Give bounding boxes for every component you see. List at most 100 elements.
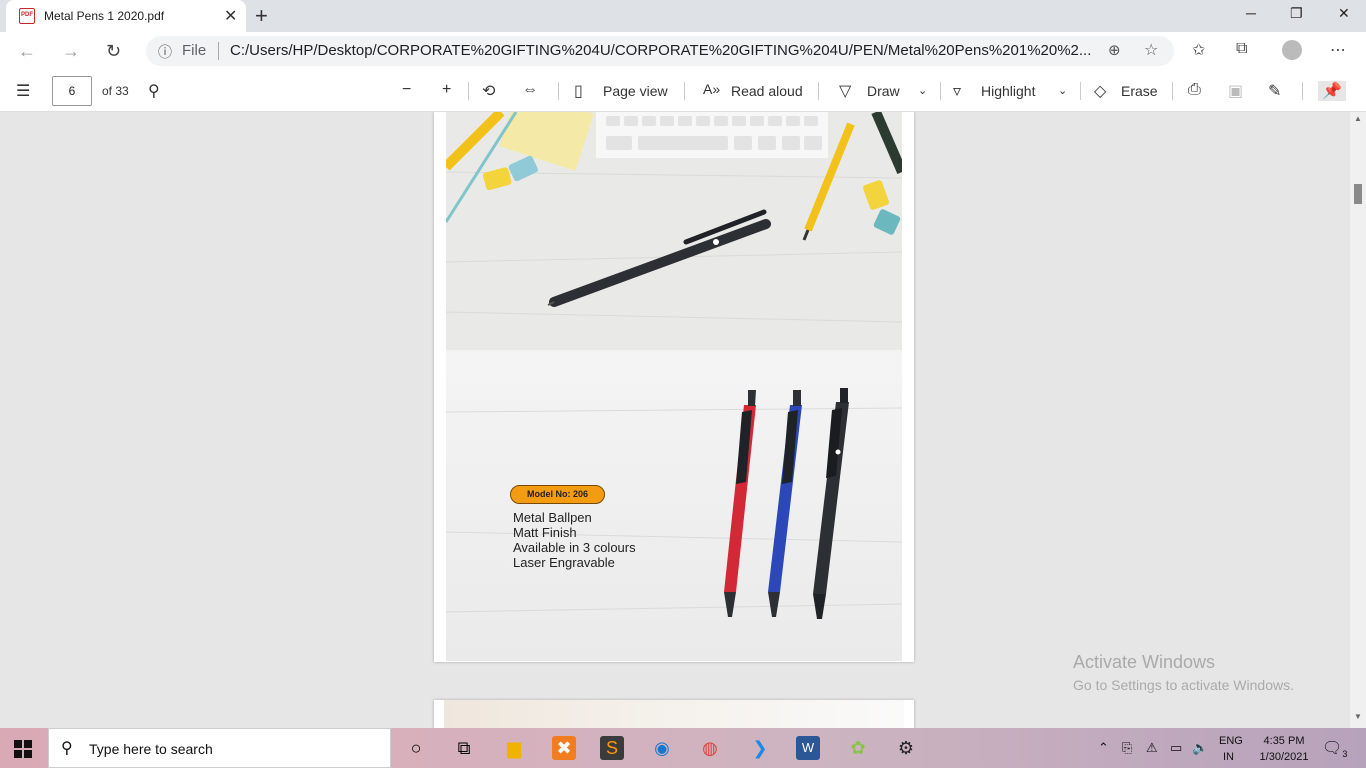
toolbar-divider [818, 82, 819, 100]
volume-icon[interactable]: 🔈 [1192, 740, 1208, 756]
minimize-icon[interactable]: ─ [1246, 5, 1256, 21]
page-view-button[interactable]: Page view [603, 83, 668, 99]
paint-icon[interactable]: ✿ [846, 736, 870, 760]
task-view-icon[interactable]: ⧉ [452, 736, 476, 760]
fit-width-icon[interactable]: ⇔ [522, 81, 538, 99]
notification-count: 3 [1342, 749, 1348, 760]
zoom-icon[interactable]: ⊕ [1108, 41, 1121, 59]
scroll-down-icon[interactable]: ▼ [1354, 712, 1362, 721]
highlight-chevron-down-icon[interactable]: ⌄ [1058, 84, 1067, 97]
rotate-icon[interactable]: ⟲ [482, 81, 495, 101]
xampp-icon[interactable]: ✖ [552, 736, 576, 760]
save-icon[interactable]: ▣ [1228, 81, 1243, 101]
refresh-icon[interactable]: ↻ [106, 41, 121, 62]
contents-icon[interactable]: ☰ [16, 81, 30, 101]
read-aloud-button[interactable]: Read aloud [731, 83, 803, 99]
toolbar-divider [468, 82, 469, 100]
page-number-input[interactable]: 6 [52, 76, 92, 106]
chrome-icon[interactable]: ◍ [698, 736, 722, 760]
action-center-icon[interactable]: 🗨3 [1322, 738, 1347, 759]
save-as-icon[interactable]: ✎ [1268, 81, 1281, 101]
favorites-icon[interactable]: ✩ [1192, 40, 1205, 60]
draw-chevron-down-icon[interactable]: ⌄ [918, 84, 927, 97]
zoom-out-icon[interactable]: − [402, 81, 411, 99]
webcam-icon[interactable]: ⎘ [1122, 740, 1132, 756]
red-pen-image [724, 390, 756, 617]
sublime-text-icon[interactable]: S [600, 736, 624, 760]
tab-strip: PDF Metal Pens 1 2020.pdf ✕ + ─ ❐ ✕ [0, 0, 1366, 32]
url-divider [218, 42, 219, 60]
black-pen-image [813, 388, 849, 619]
edge-browser-icon[interactable]: ◉ [650, 736, 674, 760]
highlight-icon[interactable]: ▿ [953, 81, 961, 101]
spec-line: Metal Ballpen [513, 510, 592, 525]
draw-icon[interactable]: ▽ [839, 81, 851, 101]
info-icon[interactable]: ⓘ [158, 42, 172, 62]
settings-gear-icon[interactable]: ⚙ [894, 736, 918, 760]
spec-line: Laser Engravable [513, 555, 615, 570]
taskbar-search[interactable]: ⚲ Type here to search [48, 728, 391, 768]
draw-button[interactable]: Draw [867, 83, 900, 99]
highlight-button[interactable]: Highlight [981, 83, 1035, 99]
system-clock[interactable]: 4:35 PM 1/30/2021 [1254, 733, 1314, 765]
scroll-thumb[interactable] [1354, 184, 1362, 204]
back-icon[interactable]: ← [18, 41, 36, 62]
clock-time: 4:35 PM [1263, 735, 1305, 747]
page-artwork: Model No: 206 Metal Ballpen Matt Finish … [446, 112, 902, 661]
vertical-scrollbar[interactable]: ▲ ▼ [1350, 112, 1366, 728]
pdf-page-next [434, 700, 914, 728]
battery-icon[interactable]: ▭ [1170, 740, 1182, 756]
page-view-icon[interactable]: ▯ [574, 81, 583, 101]
print-icon[interactable]: ⎙ [1188, 81, 1201, 99]
read-aloud-icon[interactable]: A» [703, 81, 720, 97]
url-text[interactable]: C:/Users/HP/Desktop/CORPORATE%20GIFTING%… [230, 42, 1091, 59]
spec-line: Available in 3 colours [513, 540, 636, 555]
search-icon[interactable]: ⚲ [148, 81, 160, 101]
add-favorite-icon[interactable]: ☆ [1144, 40, 1158, 60]
tab-title: Metal Pens 1 2020.pdf [44, 9, 165, 23]
file-explorer-icon[interactable]: ▆ [502, 736, 526, 760]
toolbar-divider [558, 82, 559, 100]
show-hidden-icons-chevron-up-icon[interactable]: ⌃ [1098, 740, 1109, 756]
scroll-up-icon[interactable]: ▲ [1354, 114, 1362, 123]
forward-icon[interactable]: → [62, 41, 80, 62]
erase-button[interactable]: Erase [1121, 83, 1158, 99]
word-icon[interactable]: W [796, 736, 820, 760]
profile-avatar[interactable] [1282, 40, 1302, 60]
url-field[interactable]: ⓘ File C:/Users/HP/Desktop/CORPORATE%20G… [146, 36, 1174, 66]
toolbar-divider [1080, 82, 1081, 100]
address-bar: ← → ↻ ⓘ File C:/Users/HP/Desktop/CORPORA… [0, 32, 1366, 70]
new-tab-button[interactable]: + [255, 3, 268, 29]
taskbar-search-placeholder[interactable]: Type here to search [89, 741, 213, 757]
model-number-badge: Model No: 206 [510, 485, 605, 504]
collections-icon[interactable]: ⧉ [1236, 40, 1247, 58]
watermark-title: Activate Windows [1073, 652, 1216, 672]
toolbar-divider [1172, 82, 1173, 100]
taskbar: ⚲ Type here to search ○ ⧉ ▆ ✖ S ◉ ◍ ❯ W … [0, 728, 1366, 768]
pdf-toolbar: ☰ 6 of 33 ⚲ − + ⟲ ⇔ ▯ Page view A» Read … [0, 70, 1366, 112]
restore-icon[interactable]: ❐ [1290, 5, 1303, 22]
vscode-icon[interactable]: ❯ [748, 736, 772, 760]
url-scheme: File [182, 42, 207, 59]
pdf-viewer[interactable]: Model No: 206 Metal Ballpen Matt Finish … [0, 112, 1350, 728]
eraser-icon[interactable]: ◇ [1094, 81, 1106, 101]
tab-close-icon[interactable]: ✕ [224, 6, 237, 26]
window-close-icon[interactable]: ✕ [1338, 5, 1350, 22]
tab-active[interactable]: PDF Metal Pens 1 2020.pdf ✕ [6, 0, 246, 32]
next-page-artwork [444, 700, 904, 728]
cortana-icon[interactable]: ○ [404, 736, 428, 760]
catalog-photo [446, 112, 902, 619]
toolbar-divider [940, 82, 941, 100]
page-count: of 33 [102, 84, 129, 98]
pin-toolbar-icon[interactable]: 📌 [1318, 81, 1346, 101]
notification-alert-icon[interactable]: ⚠ [1146, 740, 1158, 756]
language-indicator[interactable]: ENG IN [1219, 733, 1243, 765]
keyboard-image [596, 112, 828, 158]
zoom-in-icon[interactable]: + [442, 81, 451, 99]
windows-start-icon[interactable] [14, 740, 32, 758]
spec-line: Matt Finish [513, 525, 577, 540]
more-icon[interactable]: ⋯ [1330, 40, 1346, 60]
pdf-icon: PDF [19, 8, 35, 24]
search-icon: ⚲ [61, 740, 73, 757]
clock-date: 1/30/2021 [1259, 751, 1309, 763]
